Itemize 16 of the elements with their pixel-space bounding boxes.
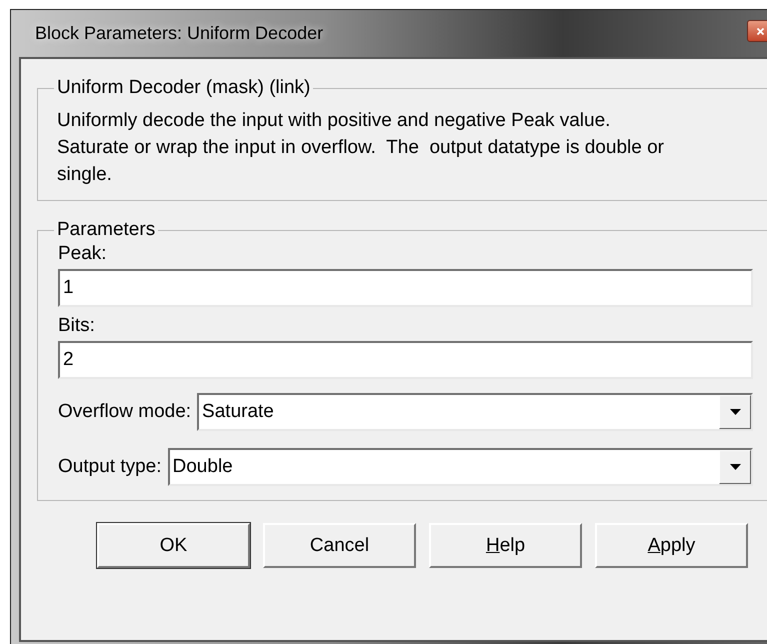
dialog-button[interactable]: Cancel <box>263 523 416 568</box>
dialog-button[interactable]: Help <box>429 523 582 568</box>
field-label: Bits: <box>58 315 96 337</box>
group-title: Uniform Decoder (mask) (link) <box>56 77 312 99</box>
input-field[interactable]: 2 <box>58 341 753 379</box>
dialog-button[interactable]: OK <box>97 523 250 568</box>
field-label: Output type: <box>58 456 162 478</box>
dropdown[interactable]: Double <box>168 448 753 486</box>
group-title: Parameters <box>56 219 156 241</box>
description-text: Uniformly decode the input with positive and negative Peak value. Saturate or wrap the input in overflow. The output datatype is double or single. <box>56 109 665 187</box>
dialog-button[interactable]: Apply <box>595 523 748 568</box>
field-label: Overflow mode: <box>58 401 192 423</box>
window-title: Block Parameters: Uniform Decoder <box>34 23 324 44</box>
dropdown[interactable]: Saturate <box>197 393 753 431</box>
input-field[interactable]: 1 <box>58 269 753 307</box>
field-label: Peak: <box>58 243 108 265</box>
